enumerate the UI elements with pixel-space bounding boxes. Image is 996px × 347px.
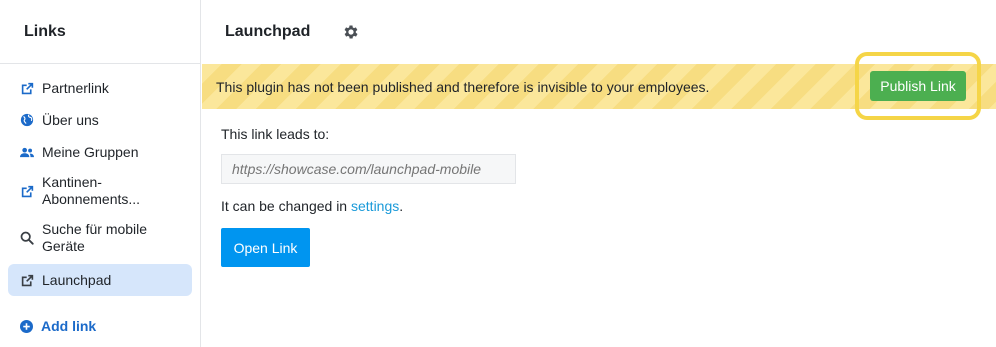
sidebar-item-label: Über uns	[42, 111, 99, 128]
external-link-icon	[20, 184, 34, 198]
sidebar-item-meine-gruppen[interactable]: Meine Gruppen	[8, 136, 192, 168]
sidebar-title: Links	[24, 22, 66, 40]
search-icon	[20, 231, 34, 245]
main-panel: Launchpad This plugin has not been publi…	[202, 0, 996, 347]
sidebar-item-label: Partnerlink	[42, 79, 109, 96]
sidebar-nav: Partnerlink Über uns Meine Gruppen Kanti…	[8, 72, 192, 296]
external-link-icon	[20, 81, 34, 95]
change-hint-suffix: .	[399, 198, 404, 214]
change-hint-text: It can be changed in	[221, 198, 348, 214]
sidebar-item-suche[interactable]: Suche für mobile Geräte	[8, 214, 192, 262]
open-link-button[interactable]: Open Link	[221, 228, 310, 267]
unpublished-banner: This plugin has not been published and t…	[202, 52, 996, 120]
add-link-button[interactable]: Add link	[20, 318, 96, 334]
sidebar-item-label: Launchpad	[42, 271, 112, 288]
sidebar-item-partnerlink[interactable]: Partnerlink	[8, 72, 192, 104]
sidebar-item-label: Meine Gruppen	[42, 143, 139, 160]
external-link-icon	[20, 273, 34, 287]
sidebar-item-ueber-uns[interactable]: Über uns	[8, 104, 192, 136]
link-content: This link leads to: It can be changed in…	[221, 126, 516, 267]
sidebar: Links Partnerlink Über uns Meine Gruppen…	[0, 0, 201, 347]
page-title: Launchpad	[225, 23, 311, 40]
sidebar-item-kantinen[interactable]: Kantinen-Abonnements...	[8, 168, 192, 214]
plus-circle-icon	[20, 319, 34, 333]
sidebar-header: Links	[0, 0, 200, 64]
settings-link[interactable]: settings	[351, 198, 399, 214]
banner-text: This plugin has not been published and t…	[216, 78, 710, 95]
gear-icon[interactable]	[342, 23, 360, 41]
users-icon	[20, 145, 34, 159]
sidebar-item-label: Suche für mobile Geräte	[42, 221, 148, 254]
add-link-label: Add link	[41, 318, 97, 334]
leads-to-label: This link leads to:	[221, 126, 330, 142]
publish-link-button[interactable]: Publish Link	[870, 71, 966, 101]
globe-icon	[20, 113, 34, 127]
publish-highlight: Publish Link	[855, 52, 981, 120]
sidebar-item-launchpad[interactable]: Launchpad	[8, 264, 192, 296]
sidebar-item-label: Kantinen-Abonnements...	[42, 174, 141, 207]
change-hint: It can be changed in settings.	[221, 198, 516, 214]
link-url-field[interactable]	[221, 154, 516, 184]
